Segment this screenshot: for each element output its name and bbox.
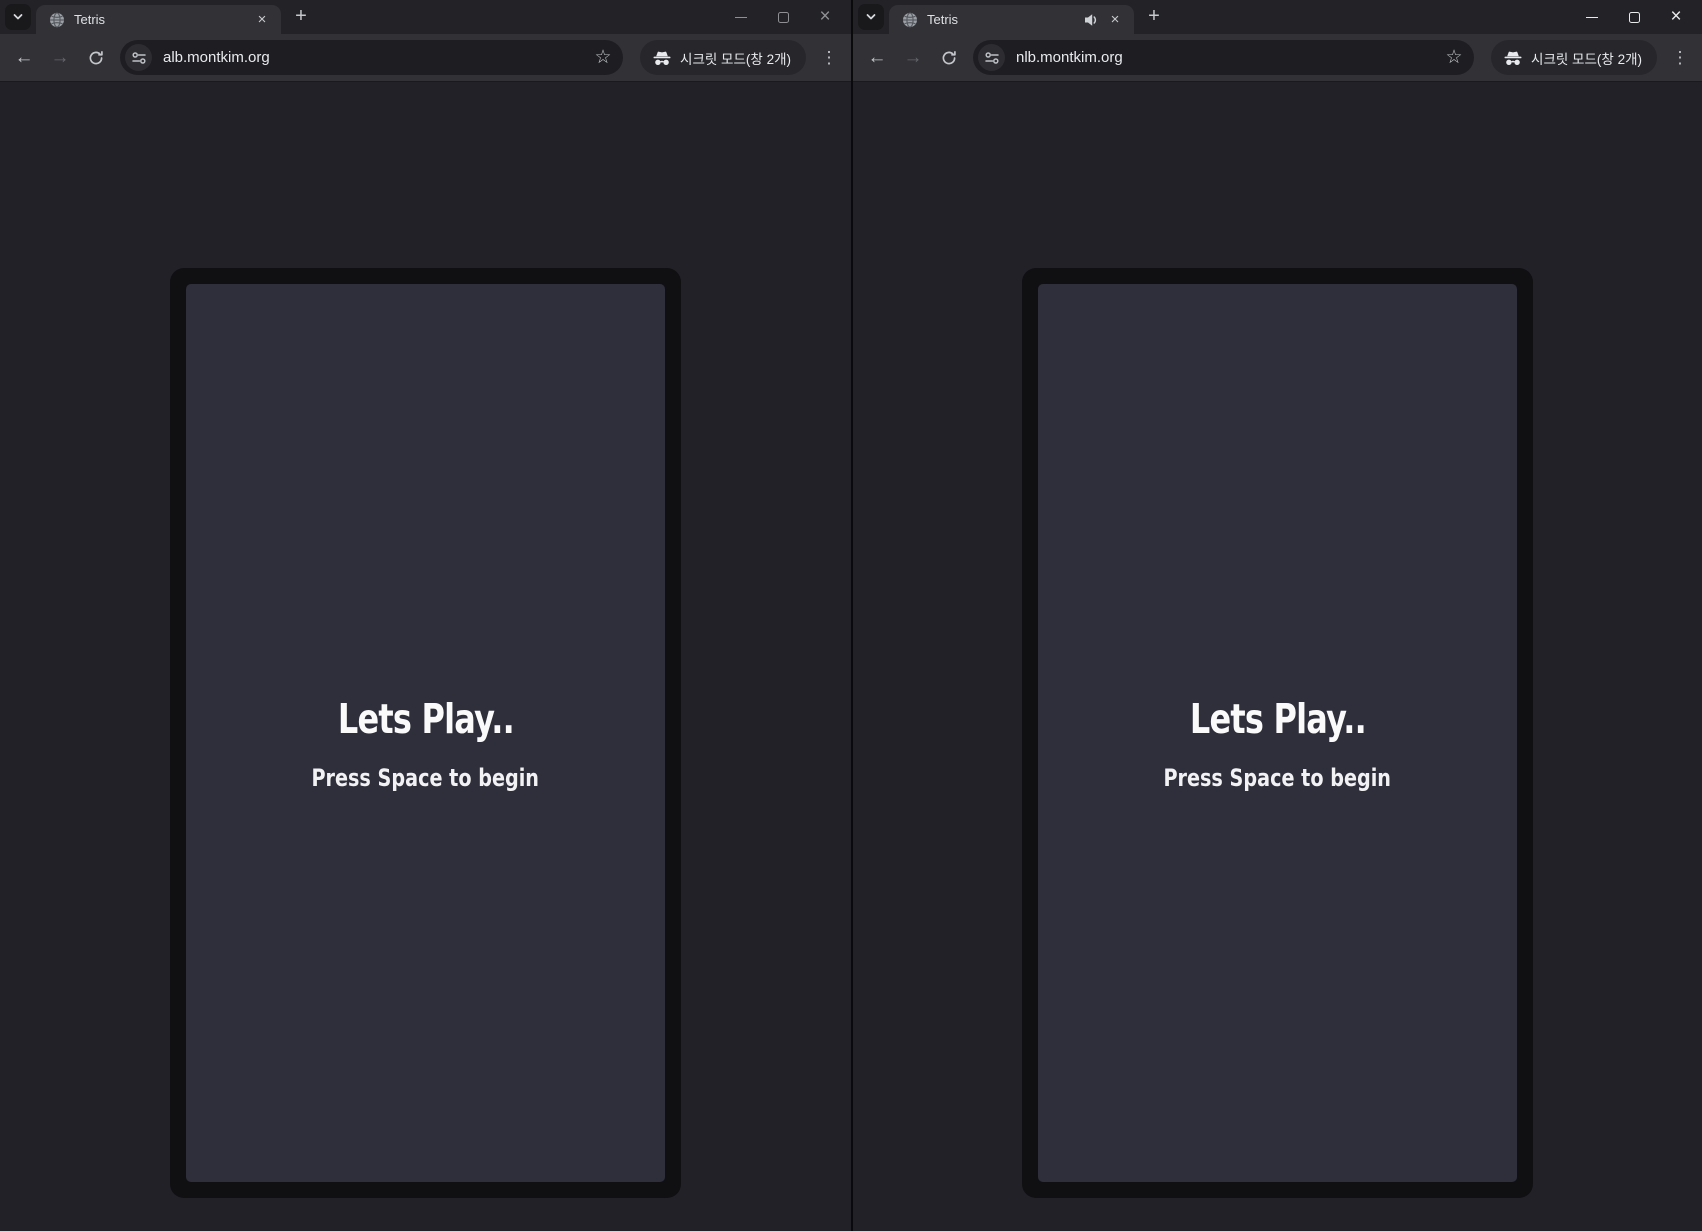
new-tab-button[interactable]: +	[288, 4, 314, 30]
globe-favicon-icon	[49, 12, 65, 28]
desktop: Tetris × + × ← → alb.montkim.org ☆	[0, 0, 1702, 1231]
game-text-block: Lets Play.. Press Space to begin	[283, 695, 567, 792]
reload-icon	[88, 50, 104, 66]
tab-audio-speaker-icon[interactable]	[1082, 12, 1098, 28]
chevron-down-icon	[864, 10, 878, 24]
url-text: nlb.montkim.org	[1016, 49, 1442, 66]
maximize-button[interactable]	[762, 0, 804, 34]
tab-close-icon[interactable]: ×	[253, 11, 271, 29]
tune-icon	[131, 50, 147, 66]
forward-button[interactable]: →	[899, 44, 927, 72]
tetris-board-frame: Lets Play.. Press Space to begin	[1022, 268, 1533, 1198]
window-controls: ×	[1571, 0, 1702, 34]
incognito-label: 시크릿 모드(창 2개)	[1531, 48, 1642, 68]
new-tab-button[interactable]: +	[1141, 4, 1167, 30]
tetris-game-canvas[interactable]: Lets Play.. Press Space to begin	[1038, 284, 1517, 1182]
close-icon: ×	[1670, 8, 1681, 26]
forward-button[interactable]: →	[46, 44, 74, 72]
speaker-icon	[1083, 12, 1098, 28]
reload-icon	[941, 50, 957, 66]
reload-button[interactable]	[82, 44, 110, 72]
minimize-icon	[735, 17, 747, 18]
bookmark-star-icon[interactable]: ☆	[591, 46, 615, 70]
menu-kebab-button[interactable]: ⋮	[1667, 45, 1693, 71]
tab-tetris[interactable]: Tetris ×	[36, 5, 281, 34]
tab-close-icon[interactable]: ×	[1106, 11, 1124, 29]
tab-title: Tetris	[74, 12, 253, 27]
browser-window-right: Tetris × + × ← → nlb.	[853, 0, 1702, 1231]
close-icon: ×	[819, 8, 830, 26]
reload-button[interactable]	[935, 44, 963, 72]
site-info-button[interactable]	[125, 44, 152, 71]
minimize-button[interactable]	[1571, 0, 1613, 34]
close-window-button[interactable]: ×	[1655, 0, 1697, 34]
maximize-icon	[1629, 12, 1640, 23]
address-bar[interactable]: nlb.montkim.org ☆	[973, 40, 1474, 75]
incognito-badge: 시크릿 모드(창 2개)	[640, 40, 806, 75]
incognito-label: 시크릿 모드(창 2개)	[680, 48, 791, 68]
browser-toolbar: ← → nlb.montkim.org ☆ 시크릿 모드(창 2개) ⋮	[853, 34, 1702, 82]
game-subtitle: Press Space to begin	[1164, 764, 1392, 792]
close-window-button[interactable]: ×	[804, 0, 846, 34]
tab-strip: Tetris × + ×	[853, 0, 1702, 34]
game-subtitle: Press Space to begin	[312, 764, 540, 792]
tetris-game-canvas[interactable]: Lets Play.. Press Space to begin	[186, 284, 665, 1182]
page-content: Lets Play.. Press Space to begin	[0, 82, 851, 1231]
address-bar[interactable]: alb.montkim.org ☆	[120, 40, 623, 75]
tab-search-button[interactable]	[5, 4, 31, 30]
tune-icon	[984, 50, 1000, 66]
chevron-down-icon	[11, 10, 25, 24]
url-text: alb.montkim.org	[163, 49, 591, 66]
window-controls: ×	[720, 0, 851, 34]
maximize-icon	[778, 12, 789, 23]
minimize-icon	[1586, 17, 1598, 18]
incognito-icon	[653, 50, 671, 66]
back-button[interactable]: ←	[863, 44, 891, 72]
maximize-button[interactable]	[1613, 0, 1655, 34]
browser-window-left: Tetris × + × ← → alb.montkim.org ☆	[0, 0, 851, 1231]
tab-search-button[interactable]	[858, 4, 884, 30]
game-title: Lets Play..	[1189, 695, 1365, 743]
game-text-block: Lets Play.. Press Space to begin	[1135, 695, 1419, 792]
tab-tetris[interactable]: Tetris ×	[889, 5, 1134, 34]
incognito-icon	[1504, 50, 1522, 66]
back-button[interactable]: ←	[10, 44, 38, 72]
page-content: Lets Play.. Press Space to begin	[853, 82, 1702, 1231]
globe-favicon-icon	[902, 12, 918, 28]
tab-title: Tetris	[927, 12, 1082, 27]
site-info-button[interactable]	[978, 44, 1005, 71]
tab-strip: Tetris × + ×	[0, 0, 851, 34]
browser-toolbar: ← → alb.montkim.org ☆ 시크릿 모드(창 2개) ⋮	[0, 34, 851, 82]
game-title: Lets Play..	[337, 695, 513, 743]
tetris-board-frame: Lets Play.. Press Space to begin	[170, 268, 681, 1198]
bookmark-star-icon[interactable]: ☆	[1442, 46, 1466, 70]
menu-kebab-button[interactable]: ⋮	[816, 45, 842, 71]
minimize-button[interactable]	[720, 0, 762, 34]
incognito-badge: 시크릿 모드(창 2개)	[1491, 40, 1657, 75]
